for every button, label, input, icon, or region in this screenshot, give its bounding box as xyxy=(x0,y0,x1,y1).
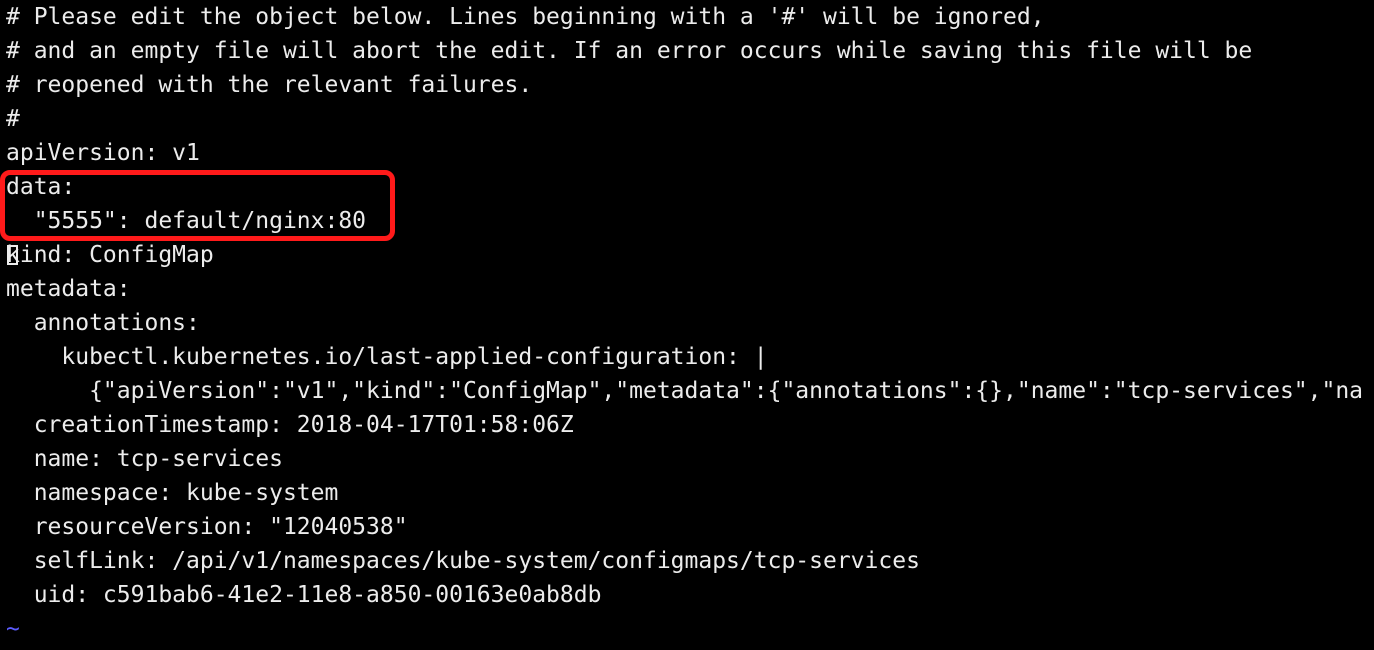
yaml-line: uid: c591bab6-41e2-11e8-a850-00163e0ab8d… xyxy=(6,582,602,608)
comment-line: # and an empty file will abort the edit.… xyxy=(6,38,1253,64)
yaml-line: apiVersion: v1 xyxy=(6,140,200,166)
yaml-line: metadata: xyxy=(6,276,131,302)
text-cursor xyxy=(7,245,18,265)
yaml-line: name: tcp-services xyxy=(6,446,283,472)
yaml-line: kind: ConfigMap xyxy=(6,242,214,268)
yaml-line: namespace: kube-system xyxy=(6,480,339,506)
yaml-line: selfLink: /api/v1/namespaces/kube-system… xyxy=(6,548,920,574)
yaml-line: resourceVersion: "12040538" xyxy=(6,514,408,540)
comment-line: # Please edit the object below. Lines be… xyxy=(6,4,1045,30)
yaml-line: kubectl.kubernetes.io/last-applied-confi… xyxy=(6,344,768,370)
highlight-annotation-box xyxy=(0,170,395,241)
comment-line: # xyxy=(6,106,20,132)
empty-line-marker: ~ xyxy=(6,616,20,642)
terminal-editor[interactable]: # Please edit the object below. Lines be… xyxy=(0,0,1374,650)
yaml-line: {"apiVersion":"v1","kind":"ConfigMap","m… xyxy=(6,378,1364,404)
yaml-line: annotations: xyxy=(6,310,200,336)
comment-line: # reopened with the relevant failures. xyxy=(6,72,533,98)
yaml-line: creationTimestamp: 2018-04-17T01:58:06Z xyxy=(6,412,574,438)
